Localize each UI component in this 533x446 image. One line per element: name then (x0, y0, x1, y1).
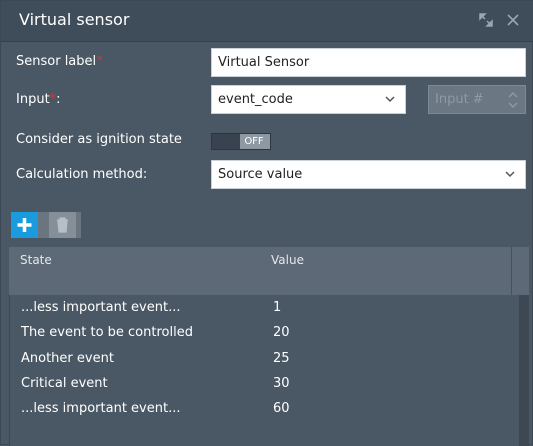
required-mark: * (96, 54, 103, 69)
toggle-state: OFF (244, 136, 264, 147)
input-label-text: Input (16, 92, 50, 107)
table-row[interactable]: Critical event 30 (10, 371, 528, 396)
chevron-down-icon (505, 171, 515, 178)
grid-scrollbar[interactable] (519, 295, 529, 446)
input-caption: Input*: (16, 92, 61, 107)
table-row[interactable]: The event to be controlled 20 (10, 320, 528, 345)
cell-state: Critical event (21, 376, 108, 391)
delete-button[interactable] (49, 212, 76, 238)
add-button[interactable] (11, 212, 38, 238)
sensor-label-caption: Sensor label* (16, 54, 103, 69)
title-bar[interactable]: Virtual sensor (1, 1, 533, 42)
expand-icon[interactable] (477, 11, 495, 29)
sensor-label-value: Virtual Sensor (218, 55, 310, 70)
table-row[interactable]: ...less important event... 60 (10, 396, 528, 421)
chevron-down-icon (385, 96, 395, 103)
input-number-field: Input # (428, 85, 526, 114)
calc-method-select[interactable]: Source value (211, 160, 526, 189)
cell-state: Another event (21, 351, 114, 366)
input-select-value: event_code (218, 92, 293, 107)
input-number-placeholder: Input # (435, 92, 484, 107)
column-header-state[interactable]: State (20, 253, 52, 267)
dialog-title: Virtual sensor (19, 10, 130, 29)
virtual-sensor-dialog: Virtual sensor Sensor label* Virtual Sen… (0, 0, 533, 446)
sensor-label-text: Sensor label (16, 54, 97, 69)
sensor-label-input[interactable]: Virtual Sensor (211, 48, 526, 77)
column-separator (511, 247, 512, 295)
close-icon[interactable] (504, 11, 522, 29)
cell-value: 25 (273, 351, 290, 366)
grid-body: ...less important event... 1 The event t… (9, 295, 528, 446)
trash-icon (57, 217, 68, 233)
input-colon: : (56, 92, 61, 107)
cell-state: ...less important event... (21, 300, 181, 315)
calc-method-caption: Calculation method: (16, 167, 148, 182)
plus-icon (17, 218, 32, 232)
cell-value: 1 (273, 300, 282, 315)
cell-state: The event to be controlled (21, 325, 193, 340)
calc-method-value: Source value (218, 167, 303, 182)
grid-header: State Value (9, 247, 529, 295)
input-select[interactable]: event_code (211, 85, 406, 114)
table-row[interactable]: ...less important event... 1 (10, 295, 528, 320)
stepper-icon (508, 92, 518, 108)
cell-value: 60 (273, 401, 290, 416)
table-row[interactable]: Another event 25 (10, 346, 528, 371)
column-header-value[interactable]: Value (271, 253, 304, 267)
cell-state: ...less important event... (21, 401, 181, 416)
states-grid: State Value ...less important event... 1… (9, 247, 529, 446)
cell-value: 30 (273, 376, 290, 391)
ignition-toggle[interactable]: OFF (211, 133, 271, 150)
cell-value: 20 (273, 325, 290, 340)
ignition-caption: Consider as ignition state (16, 132, 182, 147)
